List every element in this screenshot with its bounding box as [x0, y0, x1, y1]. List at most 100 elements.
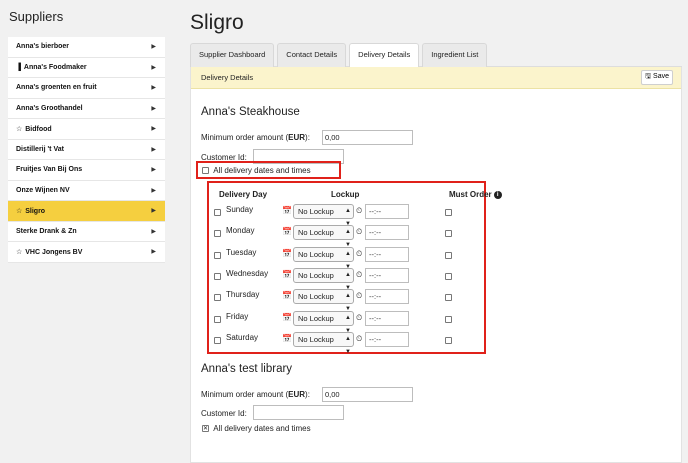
must-order-checkbox[interactable]: [445, 230, 452, 238]
must-order-checkbox[interactable]: [445, 209, 452, 216]
calendar-icon: 📅: [282, 333, 292, 343]
day-checkbox[interactable]: [214, 272, 221, 280]
supplier-label: Sterke Drank & Zn: [16, 227, 77, 235]
lockup-value: No Lockup: [298, 207, 334, 216]
min-order-input[interactable]: 0,00: [322, 130, 413, 145]
delivery-day-row: Monday 📅 No Lockup ▲ ▼ ⏲ --:--: [211, 225, 481, 248]
sidebar-item-supplier[interactable]: Fruitjes Van Bij Ons ▶: [8, 160, 165, 181]
min-order-suffix-2: ):: [305, 390, 310, 399]
lockup-time-input[interactable]: --:--: [365, 310, 409, 326]
sidebar-item-supplier[interactable]: Sterke Drank & Zn ▶: [8, 222, 165, 242]
supplier-name: Onze Wijnen NV: [16, 187, 70, 194]
sidebar-title: Suppliers: [9, 9, 64, 24]
delivery-day-row: Friday 📅 No Lockup ▲ ▼ ⏲ --:--: [211, 310, 481, 334]
day-checkbox[interactable]: [214, 336, 221, 344]
star-icon: ☆: [16, 207, 25, 215]
chevron-right-icon: ▶: [151, 187, 156, 194]
lockup-time-input[interactable]: --:--: [365, 331, 409, 347]
delivery-day-row: Sunday 📅 No Lockup ▲ ▼ ⏲ --:--: [211, 204, 481, 227]
lockup-value: No Lockup: [298, 334, 334, 344]
min-order-input-2[interactable]: 0,00: [322, 387, 413, 402]
day-label: Saturday: [226, 332, 259, 342]
supplier-label: Distillerij 't Vat: [16, 145, 64, 153]
save-button[interactable]: 🖫 Save: [641, 70, 673, 85]
day-label: Wednesday: [226, 268, 269, 278]
sidebar-item-supplier[interactable]: Anna's bierboer ▶: [8, 37, 165, 58]
lockup-value: No Lockup: [298, 292, 334, 302]
lockup-time-input[interactable]: --:--: [365, 289, 409, 305]
lockup-value: No Lockup: [298, 313, 334, 323]
lockup-select[interactable]: No Lockup ▲ ▼: [293, 246, 354, 270]
day-checkbox[interactable]: [214, 294, 221, 302]
all-dates-row-2: ✕ All delivery dates and times: [202, 424, 311, 433]
bar-icon: ▐: [16, 63, 23, 71]
must-order-checkbox[interactable]: [445, 315, 452, 323]
sidebar-item-supplier[interactable]: ▐ Anna's Foodmaker ▶: [8, 58, 165, 78]
lockup-value: No Lockup: [298, 249, 334, 259]
day-checkbox[interactable]: [214, 209, 221, 216]
lockup-time-input[interactable]: --:--: [365, 267, 409, 283]
tab-ingredient-list[interactable]: Ingredient List: [422, 43, 488, 67]
lockup-time-input[interactable]: --:--: [365, 246, 409, 262]
star-icon: ☆: [16, 125, 25, 133]
delivery-day-row: Saturday 📅 No Lockup ▲ ▼ ⏲ --:--: [211, 331, 481, 355]
chevron-right-icon: ▶: [151, 146, 156, 153]
supplier-name: Sterke Drank & Zn: [16, 228, 77, 235]
tab-supplier-dashboard[interactable]: Supplier Dashboard: [190, 43, 275, 67]
col-must-order-label: Must Order: [449, 190, 492, 199]
supplier-label: Anna's bierboer: [16, 43, 70, 51]
chevron-right-icon: ▶: [151, 228, 156, 235]
day-checkbox[interactable]: [214, 315, 221, 323]
all-dates-checkbox[interactable]: [202, 167, 209, 175]
library-title: Anna's Steakhouse: [201, 106, 300, 118]
lockup-select[interactable]: No Lockup ▲ ▼: [293, 310, 354, 334]
sidebar: Suppliers Anna's bierboer ▶ ▐ Anna's Foodm…: [8, 0, 165, 263]
day-label: Friday: [226, 311, 249, 321]
min-order-suffix: ):: [305, 133, 310, 142]
supplier-label: Anna's Groothandel: [16, 104, 83, 112]
lockup-select[interactable]: No Lockup ▲ ▼: [293, 225, 354, 248]
sidebar-item-supplier[interactable]: Anna's groenten en fruit ▶: [8, 78, 165, 99]
sidebar-item-supplier[interactable]: Distillerij 't Vat ▶: [8, 140, 165, 160]
lockup-select[interactable]: No Lockup ▲ ▼: [293, 289, 354, 312]
calendar-icon: 📅: [282, 227, 292, 237]
day-label: Tuesday: [226, 247, 257, 257]
min-order-currency-2: EUR: [288, 390, 306, 399]
chevron-right-icon: ▶: [151, 126, 156, 133]
clock-icon: ⏲: [356, 227, 363, 237]
clock-icon: ⏲: [356, 206, 363, 215]
sidebar-item-supplier[interactable]: ☆ Bidfood ▶: [8, 119, 165, 140]
lockup-value: No Lockup: [298, 228, 334, 238]
calendar-icon: 📅: [282, 312, 292, 322]
lockup-time-input[interactable]: --:--: [365, 225, 409, 241]
min-order-label: Minimum order amount (EUR):: [201, 133, 310, 142]
sidebar-item-supplier[interactable]: ☆ Sligro ▶: [8, 201, 165, 222]
supplier-label: Onze Wijnen NV: [16, 186, 70, 194]
day-checkbox[interactable]: [214, 251, 221, 259]
must-order-checkbox[interactable]: [445, 251, 452, 259]
must-order-checkbox[interactable]: [445, 294, 452, 302]
card-header-title: Delivery Details: [201, 73, 254, 82]
sidebar-item-supplier[interactable]: Onze Wijnen NV ▶: [8, 181, 165, 201]
all-dates-checkbox-2[interactable]: ✕: [202, 425, 209, 433]
day-label: Sunday: [226, 205, 254, 214]
sidebar-item-supplier[interactable]: Anna's Groothandel ▶: [8, 99, 165, 119]
day-label: Thursday: [226, 290, 260, 300]
must-order-checkbox[interactable]: [445, 272, 452, 280]
lockup-select[interactable]: No Lockup ▲ ▼: [293, 267, 354, 291]
sidebar-item-supplier[interactable]: ☆ VHC Jongens BV ▶: [8, 242, 165, 263]
lockup-select[interactable]: No Lockup ▲ ▼: [293, 204, 354, 227]
info-icon[interactable]: i: [493, 191, 502, 199]
must-order-checkbox[interactable]: [445, 336, 452, 344]
supplier-name: ☆ Sligro: [16, 207, 45, 215]
tab-delivery-details[interactable]: Delivery Details: [349, 43, 420, 67]
calendar-icon: 📅: [282, 269, 292, 279]
lockup-time-input[interactable]: --:--: [365, 204, 409, 219]
day-checkbox[interactable]: [214, 230, 221, 238]
min-order-label-2: Minimum order amount (EUR):: [201, 390, 310, 399]
tab-contact-details[interactable]: Contact Details: [277, 43, 347, 67]
supplier-name: Anna's Groothandel: [16, 105, 83, 112]
all-dates-label: All delivery dates and times: [213, 166, 311, 175]
lockup-select[interactable]: No Lockup ▲ ▼: [293, 331, 354, 355]
customer-id-input-2[interactable]: [253, 405, 344, 420]
